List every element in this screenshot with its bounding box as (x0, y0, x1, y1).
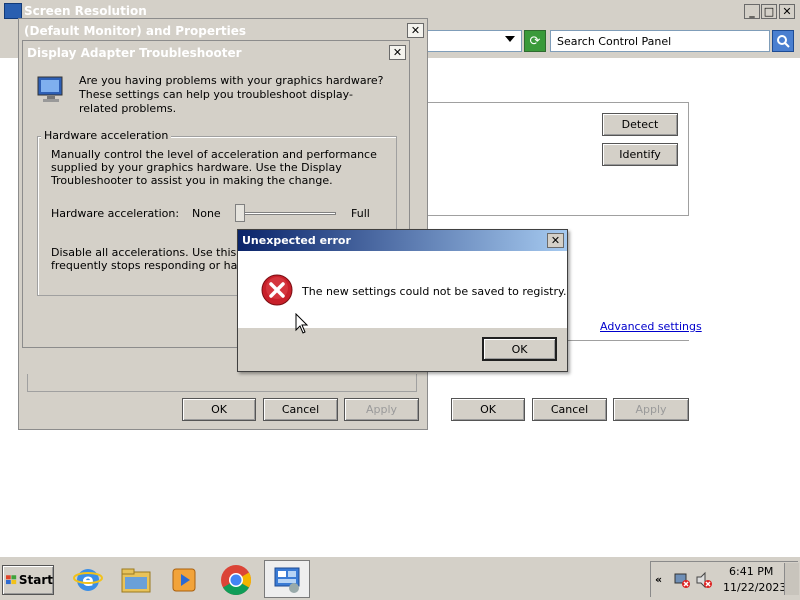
main-close-button[interactable]: ✕ (779, 4, 795, 19)
properties-title-bar: (Default Monitor) and Properties ✕ (19, 19, 427, 41)
refresh-button[interactable]: ⟳ (524, 30, 546, 52)
error-close-button[interactable]: ✕ (547, 233, 564, 248)
error-title-bar: Unexpected error ✕ (238, 230, 567, 251)
search-placeholder: Search Control Panel (557, 35, 672, 48)
slider-max-label: Full (351, 207, 370, 220)
slider-label: Hardware acceleration: (51, 207, 180, 220)
chrome-icon (221, 565, 252, 596)
troubleshooter-close-button[interactable]: ✕ (389, 45, 406, 60)
acceleration-slider-thumb[interactable] (235, 204, 245, 222)
network-error-icon[interactable] (673, 571, 691, 589)
properties-apply-button[interactable]: Apply (344, 398, 419, 421)
taskbar-media-player[interactable] (164, 561, 204, 599)
chevron-down-icon (505, 36, 515, 42)
properties-cancel-button[interactable]: Cancel (263, 398, 338, 421)
error-title: Unexpected error (242, 234, 351, 247)
error-ok-button[interactable]: OK (482, 337, 557, 361)
group-title: Hardware acceleration (41, 129, 172, 142)
slider-min-label: None (192, 207, 221, 220)
mouse-cursor-icon (295, 313, 309, 334)
start-label: Start (18, 573, 53, 587)
search-button[interactable] (772, 30, 794, 52)
taskbar: Start e « 6:41 PM 11/22/2023 (0, 556, 800, 600)
taskbar-chrome[interactable] (216, 561, 256, 599)
main-apply-button[interactable]: Apply (613, 398, 689, 421)
error-dialog: Unexpected error ✕ The new settings coul… (237, 229, 568, 372)
tray-expand-icon[interactable]: « (655, 573, 662, 586)
start-button[interactable]: Start (2, 565, 54, 595)
folder-icon (121, 568, 151, 593)
error-icon (261, 274, 293, 306)
minimize-button[interactable]: _ (744, 4, 760, 19)
show-desktop-button[interactable] (784, 563, 799, 595)
properties-content-frame (27, 374, 417, 392)
taskbar-control-panel[interactable] (264, 560, 310, 598)
search-icon (777, 35, 790, 48)
windows-logo-icon (6, 575, 17, 585)
refresh-icon: ⟳ (529, 33, 541, 49)
volume-muted-icon[interactable] (695, 571, 713, 589)
address-dropdown[interactable] (426, 30, 522, 52)
properties-title: (Default Monitor) and Properties (24, 24, 247, 38)
troubleshooter-title: Display Adapter Troubleshooter (27, 46, 242, 60)
main-cancel-button[interactable]: Cancel (532, 398, 607, 421)
troubleshooter-intro: Are you having problems with your graphi… (79, 74, 384, 115)
internet-explorer-icon: e (73, 569, 103, 591)
group-description: Manually control the level of accelerati… (51, 148, 377, 187)
main-title: Screen Resolution (24, 4, 147, 18)
acceleration-slider-track[interactable] (237, 212, 336, 215)
system-tray: « 6:41 PM 11/22/2023 (650, 561, 798, 597)
clock-time[interactable]: 6:41 PM (729, 565, 773, 578)
control-panel-icon (274, 567, 300, 593)
detect-button[interactable]: Detect (602, 113, 678, 136)
maximize-button[interactable]: □ (761, 4, 777, 19)
identify-button[interactable]: Identify (602, 143, 678, 166)
control-panel-icon (4, 3, 22, 19)
properties-close-button[interactable]: ✕ (407, 23, 424, 38)
taskbar-ie[interactable]: e (68, 561, 108, 599)
clock-date[interactable]: 11/22/2023 (723, 581, 786, 594)
main-ok-button[interactable]: OK (451, 398, 525, 421)
error-message: The new settings could not be saved to r… (302, 285, 567, 298)
monitor-icon (37, 76, 63, 102)
troubleshooter-title-bar: Display Adapter Troubleshooter ✕ (23, 41, 409, 63)
disable-text-line-2: frequently stops responding or has oth (51, 259, 265, 272)
search-input[interactable]: Search Control Panel (550, 30, 770, 52)
media-player-icon (172, 568, 196, 592)
taskbar-explorer[interactable] (116, 561, 156, 599)
advanced-settings-link[interactable]: Advanced settings (600, 320, 702, 333)
properties-ok-button[interactable]: OK (182, 398, 256, 421)
separator-line (568, 340, 689, 341)
